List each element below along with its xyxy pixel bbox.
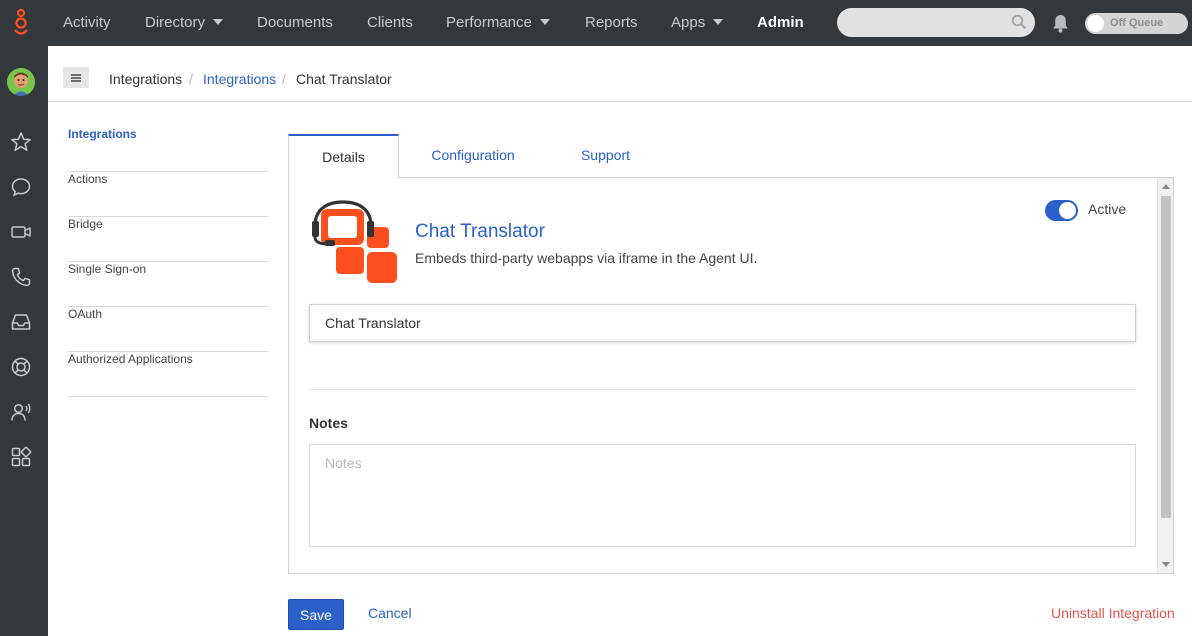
subnav-item-actions[interactable]: Actions bbox=[68, 172, 268, 217]
subnav-item-single-sign-on[interactable]: Single Sign-on bbox=[68, 262, 268, 307]
subnav-item-label: OAuth bbox=[68, 307, 103, 321]
chevron-down-icon bbox=[539, 19, 550, 26]
subnav-item-oauth[interactable]: OAuth bbox=[68, 307, 268, 352]
subnav-item-integrations[interactable]: Integrations bbox=[68, 127, 268, 172]
nav-activity[interactable]: Activity bbox=[63, 0, 111, 46]
nav-performance-label: Performance bbox=[446, 14, 532, 31]
tab-configuration[interactable]: Configuration bbox=[415, 134, 531, 178]
nav-clients[interactable]: Clients bbox=[367, 0, 413, 46]
scroll-up-icon[interactable] bbox=[1162, 184, 1170, 189]
off-queue-label: Off Queue bbox=[1110, 17, 1164, 29]
chat-icon[interactable] bbox=[10, 176, 32, 198]
save-button[interactable]: Save bbox=[288, 599, 344, 630]
scrollbar[interactable] bbox=[1157, 178, 1173, 573]
notes-label: Notes bbox=[309, 415, 348, 431]
app-description: Embeds third-party webapps via iframe in… bbox=[415, 250, 758, 266]
top-navigation-bar: Activity Directory Documents Clients Per… bbox=[0, 0, 1192, 46]
video-icon[interactable] bbox=[10, 221, 32, 243]
chat-translator-logo bbox=[312, 200, 397, 283]
subnav-item-bridge[interactable]: Bridge bbox=[68, 217, 268, 262]
subnav-item-label: Single Sign-on bbox=[68, 262, 147, 276]
scrollbar-thumb[interactable] bbox=[1161, 196, 1171, 518]
avatar[interactable] bbox=[7, 68, 35, 96]
breadcrumb-current: Chat Translator bbox=[296, 71, 392, 87]
left-icon-rail bbox=[0, 46, 48, 636]
uninstall-integration-button[interactable]: Uninstall Integration bbox=[1051, 605, 1175, 621]
nav-activity-label: Activity bbox=[63, 14, 111, 31]
search-icon[interactable] bbox=[1011, 14, 1027, 30]
breadcrumb-root: Integrations bbox=[109, 71, 183, 87]
search-input[interactable] bbox=[837, 8, 1035, 37]
subnav-item-label: Integrations bbox=[68, 127, 137, 141]
nav-reports-label: Reports bbox=[585, 14, 638, 31]
nav-apps[interactable]: Apps bbox=[671, 0, 724, 46]
scroll-down-icon[interactable] bbox=[1162, 562, 1170, 567]
toggle-knob bbox=[1087, 15, 1104, 32]
subnav-item-label: Bridge bbox=[68, 217, 103, 231]
subnav-item-label: Authorized Applications bbox=[68, 352, 193, 366]
nav-reports[interactable]: Reports bbox=[585, 0, 638, 46]
subnav-item-label: Actions bbox=[68, 172, 108, 186]
notes-textarea[interactable] bbox=[309, 444, 1136, 547]
active-toggle[interactable] bbox=[1045, 200, 1078, 221]
off-queue-toggle[interactable]: Off Queue bbox=[1085, 13, 1188, 34]
nav-admin-label: Admin bbox=[757, 14, 804, 31]
toggle-knob bbox=[1059, 202, 1076, 219]
apps-grid-icon[interactable] bbox=[10, 446, 32, 468]
breadcrumb-separator: / bbox=[282, 71, 286, 87]
app-title: Chat Translator bbox=[415, 221, 545, 242]
nav-apps-label: Apps bbox=[671, 14, 706, 31]
chevron-down-icon bbox=[213, 19, 224, 26]
avatar-face-icon bbox=[7, 68, 35, 96]
breadcrumb-separator: / bbox=[189, 71, 193, 87]
nav-documents-label: Documents bbox=[257, 14, 333, 31]
support-icon[interactable] bbox=[10, 356, 32, 378]
inbox-icon[interactable] bbox=[10, 311, 32, 333]
nav-admin[interactable]: Admin bbox=[757, 0, 804, 46]
nav-documents[interactable]: Documents bbox=[257, 0, 333, 46]
nav-directory-label: Directory bbox=[145, 14, 206, 31]
voice-user-icon[interactable] bbox=[10, 401, 32, 423]
breadcrumb-integrations-link[interactable]: Integrations bbox=[203, 71, 276, 87]
nav-directory[interactable]: Directory bbox=[145, 0, 224, 46]
tab-support[interactable]: Support bbox=[560, 134, 651, 178]
chevron-down-icon bbox=[713, 19, 724, 26]
nav-performance[interactable]: Performance bbox=[446, 0, 550, 46]
integration-name-input[interactable] bbox=[309, 304, 1136, 342]
divider bbox=[309, 389, 1136, 390]
phone-icon[interactable] bbox=[10, 266, 32, 288]
active-toggle-label: Active bbox=[1088, 201, 1127, 217]
cancel-button[interactable]: Cancel bbox=[368, 605, 412, 621]
tab-details[interactable]: Details bbox=[288, 134, 399, 178]
hamburger-icon[interactable] bbox=[63, 67, 89, 88]
breadcrumb: Integrations / Integrations / Chat Trans… bbox=[48, 46, 1192, 102]
nav-clients-label: Clients bbox=[367, 14, 413, 31]
genesys-logo-icon[interactable] bbox=[10, 9, 32, 37]
subnav-item-authorized-applications[interactable]: Authorized Applications bbox=[68, 352, 268, 397]
bell-icon[interactable] bbox=[1052, 14, 1069, 33]
star-icon[interactable] bbox=[10, 131, 32, 153]
